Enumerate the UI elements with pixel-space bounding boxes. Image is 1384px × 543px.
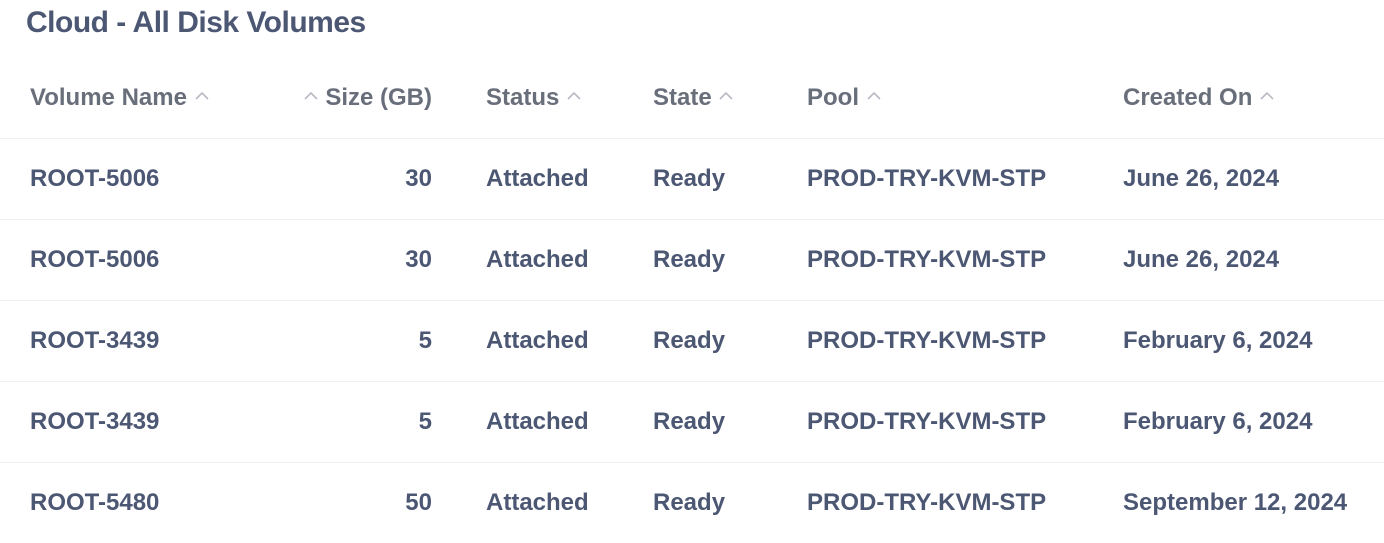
page-title: Cloud - All Disk Volumes	[26, 6, 366, 39]
column-header-size[interactable]: Size (GB)	[280, 58, 432, 138]
table-row[interactable]: ROOT-3439 5 Attached Ready PROD-TRY-KVM-…	[0, 301, 1384, 382]
cell-created-on: June 26, 2024	[1123, 165, 1280, 192]
cell-created-on: February 6, 2024	[1123, 408, 1313, 435]
cell-state: Ready	[653, 327, 726, 354]
volumes-table: Volume Name Size (GB) Status State Pool	[0, 58, 1384, 543]
sort-chevron-up-icon[interactable]	[303, 88, 319, 104]
sort-chevron-up-icon[interactable]	[866, 88, 882, 104]
sort-chevron-up-icon[interactable]	[718, 88, 734, 104]
cell-volume-name[interactable]: ROOT-3439	[30, 382, 159, 462]
cell-status: Attached	[486, 246, 589, 273]
cell-size: 5	[418, 408, 432, 435]
cell-created-on: September 12, 2024	[1123, 489, 1348, 516]
cell-size: 30	[405, 165, 432, 192]
cell-pool: PROD-TRY-KVM-STP	[807, 165, 1047, 192]
cell-size: 30	[405, 246, 432, 273]
sort-chevron-up-icon[interactable]	[194, 88, 210, 104]
cell-state: Ready	[653, 165, 726, 192]
cell-pool: PROD-TRY-KVM-STP	[807, 246, 1047, 273]
cell-status: Attached	[486, 165, 589, 192]
cell-volume-name[interactable]: ROOT-5006	[30, 139, 159, 219]
cell-status: Attached	[486, 489, 589, 516]
column-header-label: Size (GB)	[325, 84, 432, 111]
table-row[interactable]: ROOT-5006 30 Attached Ready PROD-TRY-KVM…	[0, 139, 1384, 220]
cell-volume-name[interactable]: ROOT-5480	[30, 463, 159, 543]
cell-size: 50	[405, 489, 432, 516]
cell-pool: PROD-TRY-KVM-STP	[807, 327, 1047, 354]
cell-volume-name[interactable]: ROOT-3439	[30, 301, 159, 381]
cell-status: Attached	[486, 327, 589, 354]
column-header-label: Created On	[1123, 84, 1253, 111]
table-row[interactable]: ROOT-5480 50 Attached Ready PROD-TRY-KVM…	[0, 463, 1384, 543]
column-header-created-on[interactable]: Created On	[1123, 58, 1275, 138]
cell-state: Ready	[653, 408, 726, 435]
column-header-label: Status	[486, 84, 560, 111]
column-header-label: State	[653, 84, 712, 111]
column-header-label: Volume Name	[30, 84, 187, 111]
column-header-volume-name[interactable]: Volume Name	[30, 58, 210, 138]
sort-chevron-up-icon[interactable]	[1259, 88, 1275, 104]
cell-pool: PROD-TRY-KVM-STP	[807, 489, 1047, 516]
table-row[interactable]: ROOT-3439 5 Attached Ready PROD-TRY-KVM-…	[0, 382, 1384, 463]
cell-state: Ready	[653, 489, 726, 516]
cell-size: 5	[418, 327, 432, 354]
table-header-row: Volume Name Size (GB) Status State Pool	[0, 58, 1384, 139]
cell-volume-name[interactable]: ROOT-5006	[30, 220, 159, 300]
column-header-pool[interactable]: Pool	[807, 58, 882, 138]
column-header-label: Pool	[807, 84, 859, 111]
sort-chevron-up-icon[interactable]	[566, 88, 582, 104]
cell-created-on: June 26, 2024	[1123, 246, 1280, 273]
table-row[interactable]: ROOT-5006 30 Attached Ready PROD-TRY-KVM…	[0, 220, 1384, 301]
cell-state: Ready	[653, 246, 726, 273]
column-header-state[interactable]: State	[653, 58, 734, 138]
cell-status: Attached	[486, 408, 589, 435]
column-header-status[interactable]: Status	[486, 58, 582, 138]
cell-pool: PROD-TRY-KVM-STP	[807, 408, 1047, 435]
cell-created-on: February 6, 2024	[1123, 327, 1313, 354]
